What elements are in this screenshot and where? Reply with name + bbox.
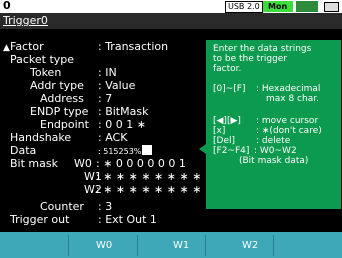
help-move-desc: : move cursor xyxy=(256,116,319,126)
addr-type-label: Addr type xyxy=(30,79,84,92)
help-hex-key: [0]~[F] xyxy=(213,84,246,94)
addr-type-value[interactable]: : Value xyxy=(98,80,135,92)
usb-indicator: USB 2.0 xyxy=(225,1,263,13)
bit-mask-label: Bit mask xyxy=(10,157,58,170)
endp-type-value[interactable]: : BitMask xyxy=(98,106,148,118)
packet-type-label: Packet type xyxy=(10,53,75,66)
function-key-bar: W0 W1 W2 xyxy=(0,232,342,258)
token-label: Token xyxy=(30,66,62,79)
handshake-label: Handshake xyxy=(10,131,72,144)
help-intro-line-3: factor. xyxy=(213,64,242,74)
help-x-key: [x] xyxy=(213,126,226,136)
fkey-divider xyxy=(205,235,206,256)
endpoint-value[interactable]: : 0 0 1 ∗ xyxy=(98,119,146,131)
status-bar: 0 USB 2.0 Mon xyxy=(0,0,342,13)
handshake-value[interactable]: : ACK xyxy=(98,132,127,144)
help-move-key: [◀][▶] xyxy=(213,116,241,126)
address-value[interactable]: : 7 xyxy=(98,93,112,105)
selection-marker-icon: ▲ xyxy=(3,43,10,53)
help-fn-key: [F2~F4] xyxy=(213,146,250,156)
counter-label: Counter xyxy=(40,200,84,213)
token-value[interactable]: : IN xyxy=(98,67,117,79)
help-panel: Enter the data strings to be the trigger… xyxy=(206,40,341,209)
fkey-divider xyxy=(273,235,274,256)
help-fn-desc-2: (Bit mask data) xyxy=(239,156,309,166)
text-cursor xyxy=(142,145,153,155)
endpoint-label: Endpoint xyxy=(40,118,89,131)
help-x-desc: : ∗(don't care) xyxy=(256,126,322,136)
help-del-desc: : delete xyxy=(256,136,291,146)
title-tab[interactable]: Trigger0 xyxy=(0,13,342,29)
help-fn-desc: : W0~W2 xyxy=(254,146,297,156)
data-value-suffix: % xyxy=(133,147,142,156)
fkey-divider xyxy=(68,235,69,256)
trigger-out-value[interactable]: : Ext Out 1 xyxy=(98,214,157,226)
f3-w1-button[interactable]: W1 xyxy=(173,240,189,251)
bit-mask-w0-value[interactable]: : ∗ 0 0 0 0 0 0 1 xyxy=(96,158,186,170)
counter-value[interactable]: : 3 xyxy=(98,201,112,213)
bit-mask-w0-label: W0 xyxy=(74,157,92,170)
trigger-out-label: Trigger out xyxy=(10,213,70,226)
help-del-key: [Del] xyxy=(213,136,235,146)
address-label: Address xyxy=(40,92,84,105)
monitor-label: Mon xyxy=(268,2,288,11)
help-hex-desc-2: max 8 char. xyxy=(266,94,319,104)
bit-mask-w1-value[interactable]: : ∗ ∗ ∗ ∗ ∗ ∗ ∗ ∗ xyxy=(96,171,201,183)
f4-w2-button[interactable]: W2 xyxy=(242,240,258,251)
endp-type-label: ENDP type xyxy=(30,105,89,118)
monitor-indicator: Mon xyxy=(263,1,293,12)
record-indicator xyxy=(296,1,318,12)
help-intro-line-2: to be the trigger xyxy=(213,54,288,64)
page-title: Trigger0 xyxy=(3,14,48,27)
data-label: Data xyxy=(10,144,37,157)
help-hex-desc: : Hexadecimal xyxy=(256,84,321,94)
help-pointer-icon xyxy=(199,144,206,154)
bit-mask-w2-value[interactable]: : ∗ ∗ ∗ ∗ ∗ ∗ ∗ ∗ xyxy=(96,184,201,196)
fkey-divider xyxy=(137,235,138,256)
data-value: : 515253 xyxy=(98,147,134,156)
screen-number: 0 xyxy=(3,0,11,12)
help-intro-line-1: Enter the data strings xyxy=(213,44,312,54)
battery-icon xyxy=(324,2,339,12)
f2-w0-button[interactable]: W0 xyxy=(96,240,112,251)
factor-label: Factor xyxy=(10,40,44,53)
factor-value[interactable]: : Transaction xyxy=(98,41,168,53)
